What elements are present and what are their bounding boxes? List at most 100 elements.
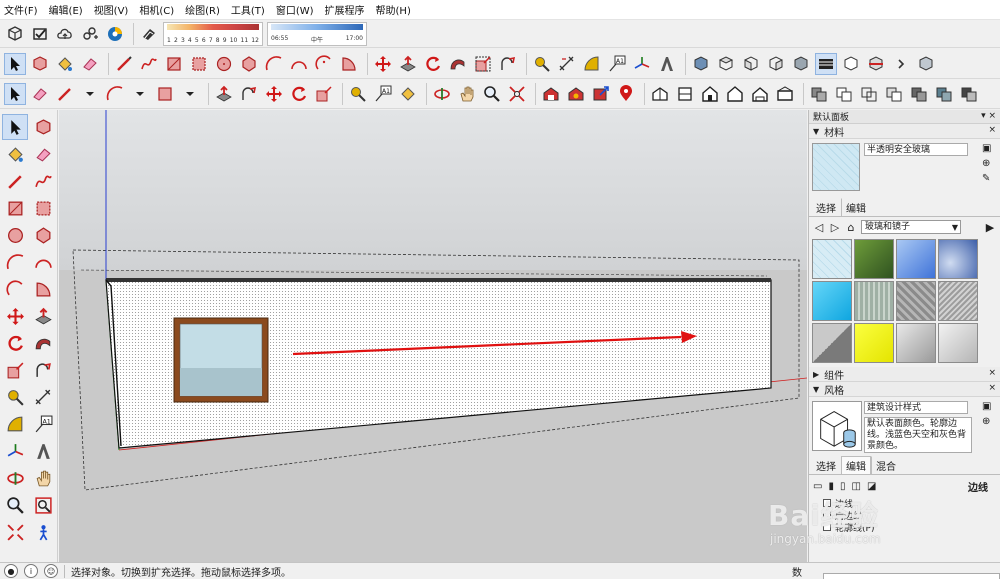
face-settings-icon[interactable]: ▮ (828, 481, 834, 492)
cloud-upload-icon[interactable] (54, 23, 76, 45)
material-swatch[interactable] (896, 239, 936, 279)
shadow-time-slider[interactable]: 06:55 中午 17:00 (267, 21, 367, 46)
model-info-icon[interactable] (4, 23, 26, 45)
material-swatch[interactable] (854, 323, 894, 363)
dropdown-chevron-icon[interactable] (129, 83, 151, 105)
menu-camera[interactable]: 相机(C) (139, 2, 174, 17)
material-swatch[interactable] (896, 281, 936, 321)
dimension-icon[interactable] (556, 53, 578, 75)
eraser-icon[interactable] (79, 53, 101, 75)
dimension-icon[interactable] (30, 384, 56, 410)
extension-link-icon[interactable] (79, 23, 101, 45)
push-pull-icon[interactable] (213, 83, 235, 105)
house-top-icon[interactable] (674, 83, 696, 105)
axes-icon[interactable] (2, 438, 28, 464)
pan-hand-icon[interactable] (456, 83, 478, 105)
scale-icon[interactable] (472, 53, 494, 75)
menu-draw[interactable]: 绘图(R) (185, 2, 220, 17)
details-arrow-icon[interactable]: ▶ (984, 221, 996, 234)
house-iso-icon[interactable] (649, 83, 671, 105)
tab-select[interactable]: 选择 (811, 456, 841, 474)
offset-icon[interactable] (497, 53, 519, 75)
style-name-field[interactable]: 建筑设计样式 (864, 401, 968, 414)
tab-edit[interactable]: 编辑 (841, 456, 871, 474)
house-left-icon[interactable] (774, 83, 796, 105)
dropdown-chevron-icon[interactable] (79, 83, 101, 105)
location-pin-icon[interactable] (615, 83, 637, 105)
orbit-icon[interactable] (431, 83, 453, 105)
pie-icon[interactable] (338, 53, 360, 75)
wall-top-face[interactable] (106, 278, 771, 282)
rotated-rectangle-icon[interactable] (188, 53, 210, 75)
material-swatch[interactable] (812, 281, 852, 321)
material-name-field[interactable]: 半透明安全玻璃 (864, 143, 968, 156)
scale-icon[interactable] (313, 83, 335, 105)
menu-help[interactable]: 帮助(H) (376, 2, 411, 17)
tray-close-icon[interactable]: ▾ × (981, 111, 996, 121)
zoom-window-icon[interactable] (30, 492, 56, 518)
material-swatch[interactable] (812, 239, 852, 279)
house-right-icon[interactable] (724, 83, 746, 105)
view-front-icon[interactable] (740, 53, 762, 75)
user-account-icon[interactable]: ☺ (44, 564, 58, 578)
menu-edit[interactable]: 编辑(E) (49, 2, 83, 17)
info-icon[interactable]: i (24, 564, 38, 578)
arc-icon[interactable] (263, 53, 285, 75)
material-swatch[interactable] (938, 281, 978, 321)
line-pencil-icon[interactable] (54, 83, 76, 105)
line-pencil-icon[interactable] (113, 53, 135, 75)
circle-icon[interactable] (2, 222, 28, 248)
tab-select[interactable]: 选择 (811, 198, 841, 216)
material-swatch[interactable] (812, 323, 852, 363)
rotate-icon[interactable] (288, 83, 310, 105)
sample-paint-icon[interactable]: ✎ (982, 173, 996, 184)
hidden-line-icon[interactable] (883, 83, 905, 105)
watermark-settings-icon[interactable]: ◫ (851, 481, 860, 492)
paint-bucket-icon[interactable] (397, 83, 419, 105)
style-description-field[interactable]: 默认表面颜色。轮廓边线。浅蓝色天空和灰色背景颜色。 (864, 417, 972, 453)
freehand-icon[interactable] (138, 53, 160, 75)
offset-icon[interactable] (238, 83, 260, 105)
follow-me-icon[interactable] (30, 330, 56, 356)
background-settings-icon[interactable]: ▯ (840, 481, 846, 492)
tape-measure-icon[interactable] (2, 384, 28, 410)
share-model-icon[interactable] (590, 83, 612, 105)
3d-text-icon[interactable] (30, 438, 56, 464)
styles-panel-header[interactable]: ▼ 风格 × (809, 382, 1000, 397)
current-material-swatch[interactable] (812, 143, 860, 191)
move-icon[interactable] (2, 303, 28, 329)
rotate-icon[interactable] (422, 53, 444, 75)
section-plane-icon[interactable] (865, 53, 887, 75)
polygon-icon[interactable] (238, 53, 260, 75)
menu-window[interactable]: 窗口(W) (276, 2, 314, 17)
view-back-icon[interactable] (790, 53, 812, 75)
rotate-icon[interactable] (2, 330, 28, 356)
two-point-arc-icon[interactable] (30, 249, 56, 275)
panel-close-icon[interactable]: × (988, 368, 996, 378)
model-scene[interactable] (59, 110, 807, 562)
zoom-icon[interactable] (481, 83, 503, 105)
home-icon[interactable]: ⌂ (845, 221, 857, 234)
edge-settings-icon[interactable]: ▭ (813, 481, 822, 492)
create-style-icon[interactable]: ⊕ (982, 416, 996, 427)
polygon-icon[interactable] (30, 222, 56, 248)
rectangle-icon[interactable] (163, 53, 185, 75)
forward-arrow-icon[interactable]: ▷ (829, 221, 841, 234)
text-tool-icon[interactable]: A1 (372, 83, 394, 105)
panel-close-icon[interactable]: × (988, 383, 996, 393)
paint-bucket-icon[interactable] (2, 141, 28, 167)
components-panel-header[interactable]: ▶ 组件 × (809, 367, 1000, 382)
offset-icon[interactable] (30, 357, 56, 383)
style-thumbnail[interactable] (812, 401, 862, 451)
material-swatch[interactable] (938, 323, 978, 363)
tab-mix[interactable]: 混合 (871, 456, 901, 474)
orbit-icon[interactable] (2, 465, 28, 491)
two-point-arc-icon[interactable] (288, 53, 310, 75)
make-component-icon[interactable] (29, 53, 51, 75)
tape-measure-icon[interactable] (531, 53, 553, 75)
house-front-icon[interactable] (699, 83, 721, 105)
model-viewport[interactable] (59, 110, 807, 562)
zoom-extents-icon[interactable] (2, 519, 28, 545)
measurements-input[interactable] (823, 572, 1000, 579)
rectangle-icon[interactable] (2, 195, 28, 221)
